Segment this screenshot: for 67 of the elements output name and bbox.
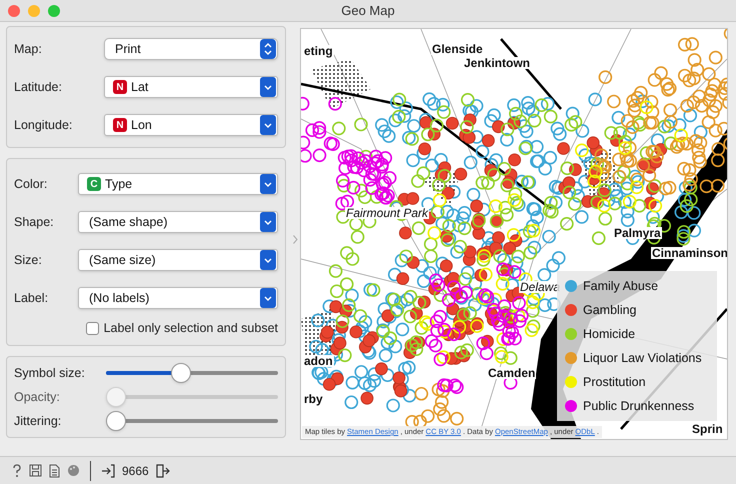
close-icon[interactable] (8, 5, 20, 17)
type-badge: C (87, 177, 101, 191)
type-badge: N (113, 80, 127, 94)
chevron-down-icon (260, 115, 276, 135)
field-label: Map: (14, 40, 43, 58)
slider-label: Opacity: (14, 388, 61, 406)
slider-label: Symbol size: (14, 364, 86, 382)
dropdown[interactable]: (Same size) (78, 249, 278, 271)
legend-label: Homicide (583, 326, 636, 343)
legend-label: Public Drunkenness (583, 398, 694, 415)
field-label: Color: (14, 176, 48, 193)
chevron-down-icon (260, 77, 276, 97)
place-label: Delawa (519, 281, 562, 293)
help-icon[interactable] (12, 464, 22, 478)
place-label: Jenkintown (463, 57, 532, 69)
place-label: eting (303, 45, 334, 57)
place-label: rby (303, 393, 324, 405)
slider[interactable] (106, 363, 278, 383)
dropdown-value: (No labels) (88, 290, 150, 307)
field-label: Label: (14, 290, 50, 307)
dropdown-value: Type (105, 176, 132, 193)
place-label: Palmyra (613, 227, 662, 239)
dropdown-value: Lat (131, 78, 148, 96)
field-label: Size: (14, 252, 43, 269)
input-icon[interactable] (101, 464, 115, 478)
chevron-down-icon (260, 288, 276, 308)
chevron-down-icon (260, 250, 276, 270)
type-badge: N (113, 118, 127, 132)
save-icon[interactable] (29, 464, 42, 477)
place-label: Cinnaminson (651, 247, 727, 259)
slider-thumb[interactable] (106, 411, 126, 431)
stepper-arrows-icon (260, 39, 276, 59)
field-label: Longitude: (14, 116, 74, 134)
slider-thumb[interactable] (171, 363, 192, 383)
slider-label: Jittering: (14, 412, 62, 430)
field-label: Shape: (14, 214, 55, 231)
dropdown[interactable]: C Type (78, 173, 278, 195)
place-label: Camden (487, 367, 536, 379)
legend-label: Gambling (583, 302, 636, 319)
checkbox[interactable] (86, 322, 99, 334)
window-title: Geo Map (341, 2, 395, 20)
place-label: Fairmount Park (345, 207, 430, 219)
legend-label: Family Abuse (583, 278, 658, 295)
document-icon[interactable] (49, 464, 60, 478)
data-count: 9666 (122, 462, 149, 480)
legend-label: Prostitution (583, 374, 646, 391)
map-type-select[interactable]: Print (104, 38, 278, 60)
legend-label: Liquor Law Violations (583, 350, 702, 367)
dropdown[interactable]: N Lon (104, 114, 278, 136)
dropdown[interactable]: (Same shape) (78, 211, 278, 233)
dropdown-value: (Same shape) (88, 214, 168, 231)
dropdown-value: Print (114, 40, 141, 58)
place-label: Glenside (431, 43, 484, 55)
place-label: Sprin (691, 423, 724, 435)
slider[interactable] (106, 411, 278, 431)
place-label: adon (303, 355, 334, 367)
field-label: Latitude: (14, 78, 63, 96)
chevron-down-icon (260, 212, 276, 232)
chevron-down-icon (260, 174, 276, 194)
maximize-icon[interactable] (48, 5, 60, 17)
output-icon[interactable] (156, 464, 170, 478)
checkbox-label: Label only selection and subset (104, 320, 278, 337)
palette-icon[interactable] (67, 464, 80, 477)
dropdown[interactable]: N Lat (104, 76, 278, 98)
dropdown[interactable]: (No labels) (78, 287, 278, 309)
dropdown-value: Lon (131, 116, 152, 134)
dropdown-value: (Same size) (88, 252, 156, 269)
